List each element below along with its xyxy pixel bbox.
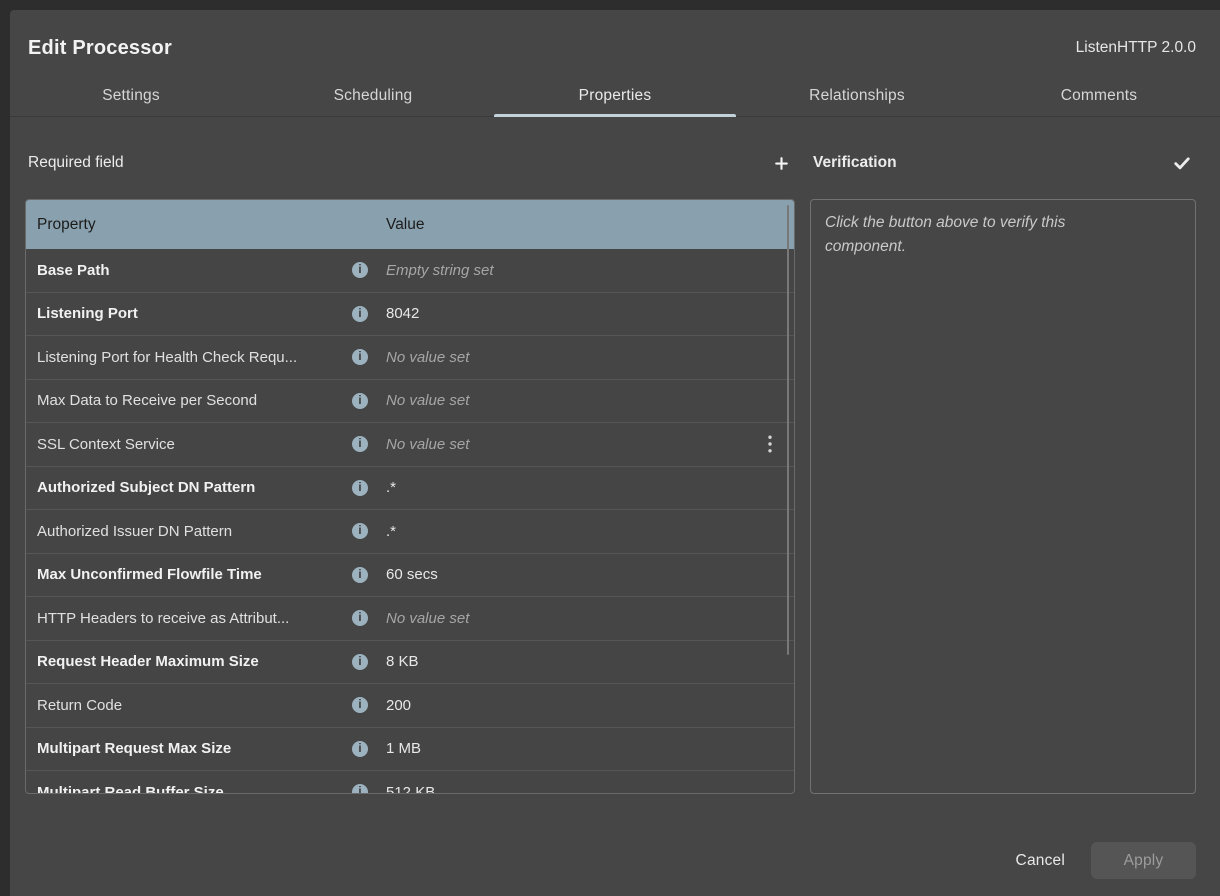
dialog-footer: Cancel Apply	[1016, 842, 1196, 879]
processor-type-version: ListenHTTP 2.0.0	[1076, 39, 1196, 57]
table-row[interactable]: Max Unconfirmed Flowfile Time i 60 secs	[26, 554, 794, 598]
properties-section: Required field Property Value Base Path …	[25, 145, 795, 794]
table-row[interactable]: Authorized Subject DN Pattern i .*	[26, 467, 794, 511]
column-header-value: Value	[386, 216, 782, 234]
property-value: .*	[386, 479, 782, 496]
table-row[interactable]: SSL Context Service i No value set	[26, 423, 794, 467]
table-row[interactable]: Request Header Maximum Size i 8 KB	[26, 641, 794, 685]
info-icon[interactable]: i	[352, 697, 368, 713]
verification-section-header: Verification	[810, 145, 1196, 181]
apply-button[interactable]: Apply	[1091, 842, 1196, 879]
table-row[interactable]: Max Data to Receive per Second i No valu…	[26, 380, 794, 424]
tab-relationships[interactable]: Relationships	[736, 76, 978, 116]
kebab-menu-icon[interactable]	[758, 432, 782, 456]
table-row[interactable]: Listening Port i 8042	[26, 293, 794, 337]
add-property-button[interactable]	[763, 145, 799, 181]
property-value: 8042	[386, 305, 782, 322]
property-name-label: Listening Port for Health Check Requ...	[37, 349, 352, 366]
info-icon[interactable]: i	[352, 436, 368, 452]
property-name-label: Authorized Subject DN Pattern	[37, 479, 352, 496]
property-value: No value set	[386, 436, 758, 453]
property-value: 200	[386, 697, 782, 714]
property-value: No value set	[386, 610, 782, 627]
property-name-label: Max Data to Receive per Second	[37, 392, 352, 409]
property-name-label: Multipart Request Max Size	[37, 740, 352, 757]
tab-properties[interactable]: Properties	[494, 76, 736, 116]
check-icon	[1172, 153, 1192, 173]
table-row[interactable]: Base Path i Empty string set	[26, 249, 794, 293]
table-row[interactable]: Authorized Issuer DN Pattern i .*	[26, 510, 794, 554]
verification-message: Click the button above to verify this co…	[825, 211, 1127, 259]
dialog-header: Edit Processor ListenHTTP 2.0.0	[10, 10, 1220, 62]
property-value: .*	[386, 523, 782, 540]
property-name-label: SSL Context Service	[37, 436, 352, 453]
info-icon[interactable]: i	[352, 784, 368, 794]
property-value: Empty string set	[386, 262, 782, 279]
table-scrollbar[interactable]	[787, 205, 789, 655]
info-icon[interactable]: i	[352, 741, 368, 757]
property-name-label: Listening Port	[37, 305, 352, 322]
property-value: No value set	[386, 349, 782, 366]
property-value: No value set	[386, 392, 782, 409]
properties-table: Property Value Base Path i Empty string …	[25, 199, 795, 794]
property-value: 512 KB	[386, 784, 782, 794]
property-value: 1 MB	[386, 740, 782, 757]
verification-panel: Click the button above to verify this co…	[810, 199, 1196, 794]
column-header-property: Property	[37, 216, 386, 234]
verification-section-label: Verification	[813, 154, 897, 172]
plus-icon	[773, 155, 790, 172]
info-icon[interactable]: i	[352, 610, 368, 626]
property-value: 8 KB	[386, 653, 782, 670]
table-header-row: Property Value	[26, 200, 794, 249]
tab-bar: Settings Scheduling Properties Relations…	[10, 76, 1220, 117]
info-icon[interactable]: i	[352, 567, 368, 583]
properties-section-header: Required field	[25, 145, 795, 181]
info-icon[interactable]: i	[352, 523, 368, 539]
property-name-label: Base Path	[37, 262, 352, 279]
table-row[interactable]: HTTP Headers to receive as Attribut... i…	[26, 597, 794, 641]
properties-section-label: Required field	[28, 154, 124, 172]
info-icon[interactable]: i	[352, 654, 368, 670]
tab-label: Scheduling	[334, 87, 413, 105]
info-icon[interactable]: i	[352, 262, 368, 278]
info-icon[interactable]: i	[352, 393, 368, 409]
table-row[interactable]: Return Code i 200	[26, 684, 794, 728]
table-row[interactable]: Multipart Read Buffer Size i 512 KB	[26, 771, 794, 794]
verification-section: Verification Click the button above to v…	[810, 145, 1196, 794]
dialog-title: Edit Processor	[28, 34, 172, 62]
tab-label: Settings	[102, 87, 160, 105]
tab-scheduling[interactable]: Scheduling	[252, 76, 494, 116]
property-value: 60 secs	[386, 566, 782, 583]
tab-settings[interactable]: Settings	[10, 76, 252, 116]
tab-comments[interactable]: Comments	[978, 76, 1220, 116]
edit-processor-dialog: Edit Processor ListenHTTP 2.0.0 Settings…	[10, 10, 1220, 896]
property-name-label: Authorized Issuer DN Pattern	[37, 523, 352, 540]
property-name-label: Max Unconfirmed Flowfile Time	[37, 566, 352, 583]
property-name-label: HTTP Headers to receive as Attribut...	[37, 610, 352, 627]
cancel-button[interactable]: Cancel	[1016, 852, 1065, 870]
info-icon[interactable]: i	[352, 349, 368, 365]
table-row[interactable]: Listening Port for Health Check Requ... …	[26, 336, 794, 380]
table-body: Base Path i Empty string set Listening P…	[26, 249, 794, 794]
tab-label: Comments	[1061, 87, 1138, 105]
property-name-label: Request Header Maximum Size	[37, 653, 352, 670]
table-row[interactable]: Multipart Request Max Size i 1 MB	[26, 728, 794, 772]
tab-label: Properties	[579, 87, 652, 105]
property-name-label: Return Code	[37, 697, 352, 714]
verify-button[interactable]	[1164, 145, 1200, 181]
property-name-label: Multipart Read Buffer Size	[37, 784, 352, 794]
dialog-content: Required field Property Value Base Path …	[10, 117, 1220, 794]
tab-label: Relationships	[809, 87, 905, 105]
info-icon[interactable]: i	[352, 306, 368, 322]
info-icon[interactable]: i	[352, 480, 368, 496]
